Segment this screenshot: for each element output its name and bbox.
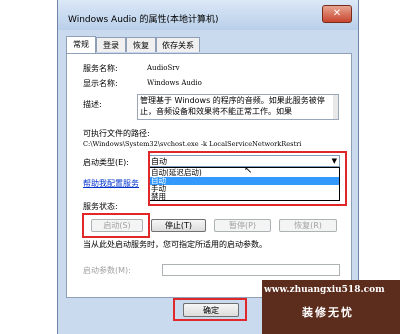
startup-params-input[interactable] [162,264,340,276]
window-title: Windows Audio 的属性(本地计算机) [68,15,219,25]
stop-button[interactable]: 停止(T) [151,219,206,232]
tab-recovery[interactable]: 恢复 [126,37,156,52]
tab-dependencies[interactable]: 依存关系 [156,37,200,52]
resume-button[interactable]: 恢复(R) [279,219,337,232]
pause-button[interactable]: 暂停(P) [214,219,271,232]
display-name-label: 显示名称: [83,79,118,88]
display-name-value: Windows Audio [147,79,202,87]
startup-type-label: 启动类型(E): [83,158,129,167]
service-name-value: AudioSrv [147,64,180,72]
service-status-label: 服务状态: [83,202,118,211]
title-bar[interactable]: Windows Audio 的属性(本地计算机) ✕ [58,0,358,30]
tab-logon[interactable]: 登录 [96,37,126,52]
description-box[interactable]: 管理基于 Windows 的程序的音频。如果此服务被停止，音频设备和效果将不能正… [137,94,339,120]
watermark-name: 装修无忧 [302,306,354,319]
help-configure-link[interactable]: 帮助我配置服务 [83,178,139,189]
highlight-ok-button [173,298,247,321]
highlight-startup-type [148,151,347,206]
description-scrollbar[interactable] [333,95,338,119]
path-label: 可执行文件的路径: [83,129,150,138]
description-text: 管理基于 Windows 的程序的音频。如果此服务被停止，音频设备和效果将不能正… [140,96,325,116]
startup-params-label: 启动参数(M): [83,266,131,275]
path-value: C:\Windows\System32\svchost.exe -k Local… [83,140,302,148]
tab-general[interactable]: 常规 [66,36,96,53]
startup-params-hint: 当从此处启动服务时，您可指定所适用的启动参数。 [83,240,267,249]
highlight-start-button [82,213,150,238]
watermark-url: www.zhuangxiu518.com [264,285,385,295]
description-label: 描述: [83,100,102,109]
service-name-label: 服务名称: [83,64,118,73]
close-button[interactable]: ✕ [322,5,352,23]
